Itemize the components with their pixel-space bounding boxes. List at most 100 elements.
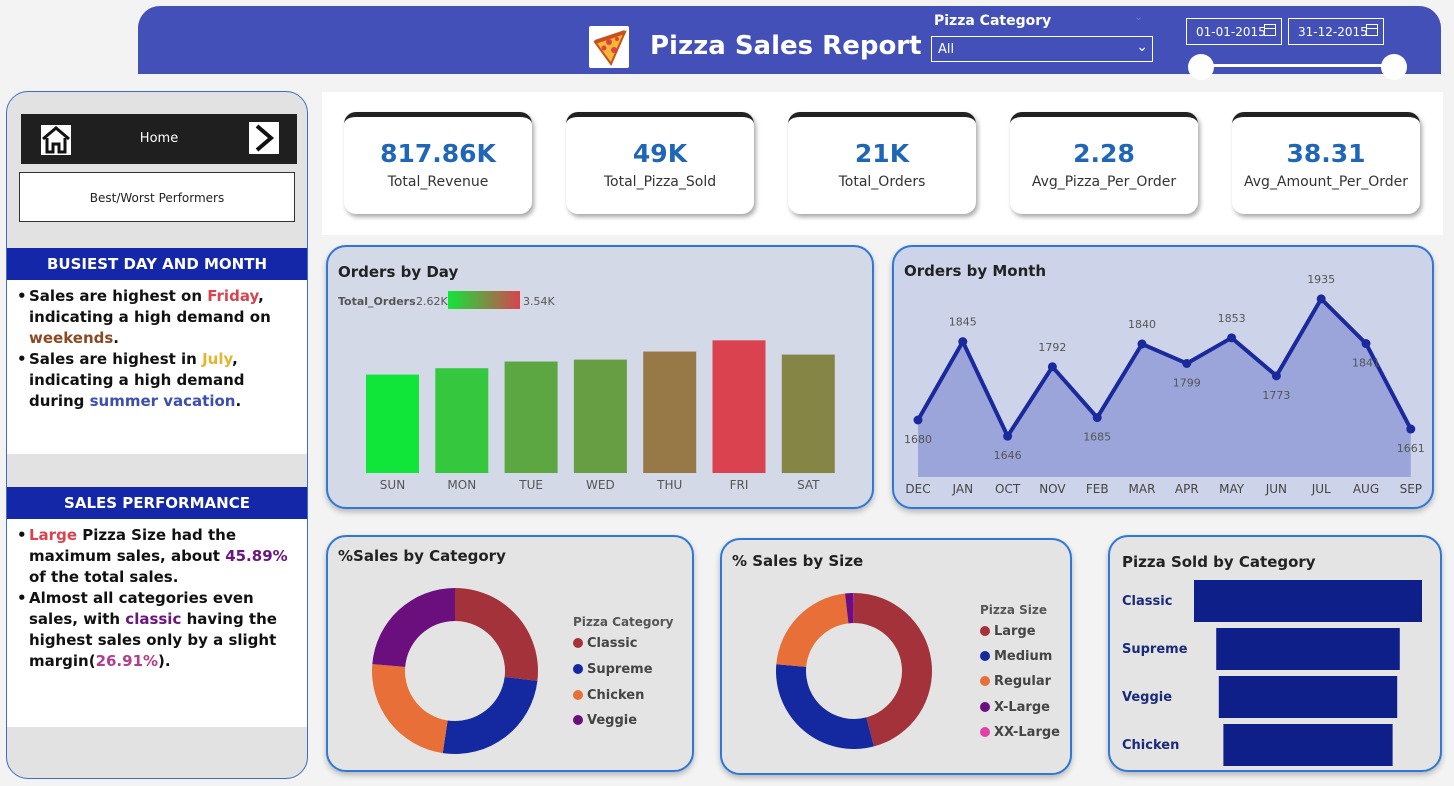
funnel-bar-classic [1194, 580, 1422, 622]
data-point [913, 415, 923, 425]
category-label: Supreme [1122, 642, 1188, 657]
funnel-bar-chicken [1223, 724, 1393, 766]
chevron-right-icon[interactable] [249, 122, 279, 154]
data-point [1047, 362, 1057, 372]
category-filter-value: All [938, 42, 955, 57]
x-tick-label: NOV [1039, 482, 1066, 496]
x-tick-label: SAT [797, 478, 820, 492]
orders-by-month-chart: 1680 DEC 1845 JAN 1646 OCT 1792 NOV 1685 FEB 1840 M… [904, 273, 1425, 496]
data-label: 1661 [1397, 442, 1425, 455]
x-tick-label: TUE [518, 478, 543, 492]
data-label: 1853 [1218, 312, 1246, 325]
bar-mon [435, 368, 489, 473]
slice-regular [776, 593, 849, 667]
category-label: Chicken [1122, 738, 1179, 753]
slider-start-handle[interactable] [1188, 54, 1214, 80]
kpi-label: Total_Revenue [387, 174, 489, 190]
category-label: Classic [1122, 594, 1172, 609]
nav-bar: Home [21, 114, 297, 164]
legend-item-veggie: Veggie [573, 713, 637, 728]
data-label: 1799 [1173, 376, 1201, 389]
color-legend-min: 2.62K [416, 295, 448, 308]
x-tick-label: FRI [730, 478, 749, 492]
legend-item-xx-large: XX-Large [980, 725, 1060, 740]
data-point [958, 337, 968, 347]
kpi-label: Avg_Amount_Per_Order [1243, 174, 1409, 190]
x-tick-label: JUN [1265, 482, 1287, 496]
x-tick-label: OCT [995, 482, 1021, 496]
slice-supreme [442, 676, 538, 754]
kpi-card-total-revenue: 817.86K Total_Revenue [344, 112, 532, 214]
kpi-card-avg-pizza-per-order: 2.28 Avg_Pizza_Per_Order [1010, 112, 1198, 214]
slice-veggie [372, 588, 455, 667]
pizza-sold-by-category-card: Pizza Sold by Category Classic Supreme Veg… [1108, 535, 1442, 772]
sales-performance-section-title: SALES PERFORMANCE [7, 487, 307, 519]
chevron-down-icon: ⌄ [1136, 39, 1148, 55]
data-point [1406, 424, 1416, 434]
kpi-value: 817.86K [380, 139, 496, 168]
category-filter-dropdown[interactable]: All ⌄ [931, 36, 1153, 62]
navigation-panel: Home Best/Worst Performers BUSIEST DAY A… [6, 91, 308, 779]
bar-sun [366, 374, 419, 473]
legend-title: Pizza Size [980, 603, 1048, 617]
kpi-card-avg-amount-per-order: 38.31 Avg_Amount_Per_Order [1232, 112, 1420, 214]
data-point [1316, 294, 1326, 304]
data-point [1227, 333, 1237, 343]
busiest-section-body: Sales are highest on Friday, indicating … [7, 280, 307, 454]
slider-end-handle[interactable] [1381, 54, 1407, 80]
legend-title: Pizza Category [573, 615, 674, 629]
bar-sat [781, 354, 835, 473]
end-date-input[interactable]: 31-12-2015 [1288, 18, 1384, 45]
area-fill [918, 298, 1411, 477]
data-point [1003, 431, 1013, 441]
category-label: Veggie [1122, 690, 1172, 705]
x-tick-label: MAY [1219, 482, 1245, 496]
bar-thu [643, 351, 697, 473]
orders-by-day-card: Orders by Day Total_Orders 2.62K 3.54K S… [326, 245, 874, 509]
pizza-logo-icon [589, 26, 629, 68]
kpi-value: 21K [854, 139, 910, 168]
funnel-bar-supreme [1216, 628, 1400, 670]
kpi-value: 38.31 [1286, 139, 1366, 168]
start-date-input[interactable]: 01-01-2015 [1186, 18, 1282, 45]
x-tick-label: JUL [1311, 482, 1331, 496]
page-title: Pizza Sales Report [650, 31, 922, 61]
x-tick-label: SUN [380, 478, 405, 492]
chevron-down-icon[interactable]: ⌄ [1134, 10, 1143, 23]
x-tick-label: DEC [905, 482, 930, 496]
x-tick-label: MAR [1129, 482, 1156, 496]
data-label: 1773 [1262, 389, 1290, 402]
x-tick-label: WED [586, 478, 615, 492]
calendar-icon[interactable] [1366, 24, 1378, 36]
bar-tue [504, 361, 558, 473]
legend-item-medium: Medium [980, 649, 1052, 664]
x-tick-label: MON [447, 478, 476, 492]
orders-by-day-chart: Total_Orders 2.62K 3.54K SUN MON TUE WED THU… [338, 291, 835, 492]
data-point [1361, 339, 1371, 349]
report-header: Pizza Sales Report Pizza Category ⌄ All … [138, 6, 1441, 80]
x-tick-label: APR [1175, 482, 1199, 496]
best-worst-performers-button[interactable]: Best/Worst Performers [19, 172, 295, 222]
data-point [1092, 413, 1102, 423]
kpi-card-total-orders: 21K Total_Orders [788, 112, 976, 214]
x-tick-label: JAN [952, 482, 974, 496]
data-label: 1840 [1128, 318, 1156, 331]
color-legend-title: Total_Orders [338, 295, 416, 308]
color-legend-gradient [448, 291, 520, 309]
x-tick-label: FEB [1086, 482, 1109, 496]
date-range-slider[interactable] [1200, 64, 1394, 67]
x-tick-label: THU [656, 478, 682, 492]
data-label: 1646 [994, 449, 1022, 462]
calendar-icon[interactable] [1264, 24, 1276, 36]
sales-insight-2: Almost all categories even sales, with c… [17, 588, 299, 672]
sales-by-category-card: %Sales by Category Pizza Category Classi… [326, 535, 694, 772]
data-label: 1841 [1352, 357, 1380, 370]
kpi-card-total-pizza-sold: 49K Total_Pizza_Sold [566, 112, 754, 214]
legend-item-x-large: X-Large [980, 700, 1050, 715]
kpi-value: 49K [632, 139, 688, 168]
legend-item-classic: Classic [573, 636, 637, 651]
kpi-label: Total_Pizza_Sold [603, 174, 717, 190]
sales-insight-1: Large Pizza Size had the maximum sales, … [17, 525, 299, 588]
kpi-value: 2.28 [1073, 139, 1135, 168]
busiest-section-title: BUSIEST DAY AND MONTH [7, 248, 307, 280]
